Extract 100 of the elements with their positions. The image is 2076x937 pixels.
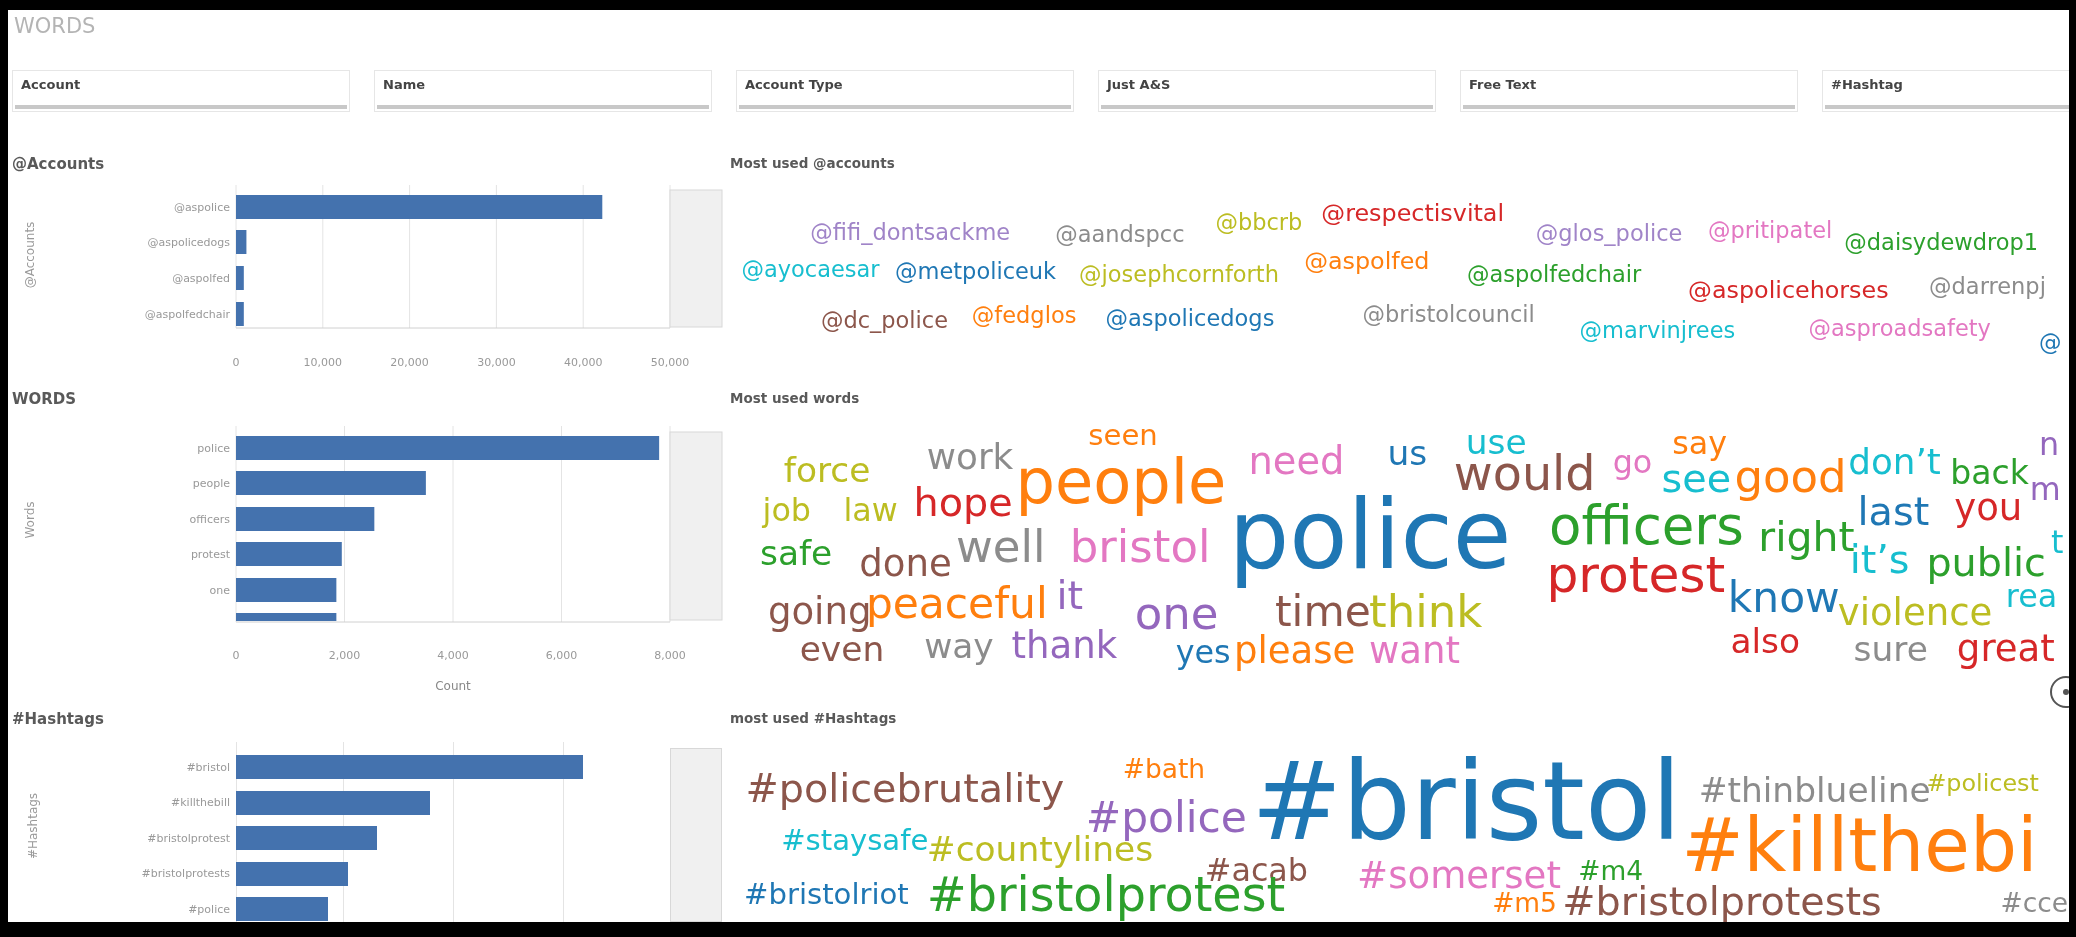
tick-label: 6,000: [545, 649, 578, 662]
category-label: #killthebill: [170, 796, 231, 809]
section-title: @Accounts: [11, 154, 106, 175]
page-title: WORDS: [13, 13, 97, 40]
cloud-word: need: [1248, 441, 1345, 480]
category-label: #bristol: [185, 760, 231, 774]
section-title: Most used @accounts: [730, 154, 896, 173]
tick-label: 40,000: [563, 356, 603, 369]
category-label: people: [192, 477, 230, 490]
tick-label: 0: [232, 356, 240, 369]
tick-label: 10,000: [303, 356, 343, 369]
cloud-word: last: [1857, 492, 1930, 533]
cloud-word: sure: [1853, 631, 1928, 666]
cloud-word: @aspolicehorses: [1688, 279, 1889, 304]
cloud-word: right: [1758, 517, 1855, 559]
filter-box[interactable]: #Hashtag: [1822, 70, 2069, 112]
cloud-word: work: [926, 438, 1014, 475]
cloud-word: great: [1956, 630, 2055, 668]
cloud-word: @fifi_dontsackme: [810, 220, 1011, 243]
cloud-word: @aspolfedchair: [1467, 262, 1642, 286]
scroll-panel[interactable]: [669, 431, 723, 621]
cloud-word: violence: [1837, 594, 1993, 632]
cloud-word: #bristolriot: [744, 880, 909, 910]
tick-label: 2,000: [328, 649, 361, 662]
cloud-word: t: [2050, 526, 2064, 559]
cloud-word: rea: [2005, 581, 2058, 613]
cloud-word: don’t: [1848, 444, 1941, 480]
cloud-word: also: [1730, 623, 1801, 658]
bar: [236, 302, 244, 326]
cloud-word: people: [1015, 450, 1227, 514]
cloud-word: @ayocaesar: [741, 257, 880, 280]
cloud-word: back: [1950, 456, 2029, 490]
category-label: police: [197, 442, 230, 455]
cloud-word: know: [1727, 577, 1840, 620]
cloud-word: @dc_police: [820, 309, 949, 332]
axis-title: Count: [435, 679, 471, 693]
cloud-word: #m4: [1578, 857, 1643, 885]
axis-title: #Hashtags: [26, 792, 40, 860]
cloud-word: thank: [1011, 627, 1118, 665]
scroll-panel[interactable]: [669, 189, 723, 328]
category-label: officers: [189, 513, 230, 526]
category-label: #bristolprotests: [140, 867, 231, 880]
category-label: @aspolfed: [172, 272, 230, 285]
cloud-word: @fedglos: [971, 303, 1077, 327]
category-label: protest: [190, 548, 230, 561]
cloud-word: think: [1369, 589, 1483, 635]
cloud-word: good: [1734, 454, 1847, 500]
cloud-word: you: [1954, 489, 2023, 527]
tick-label: 50,000: [650, 356, 690, 369]
cloud-word: n: [2038, 428, 2060, 461]
cloud-word: @bbcrb: [1215, 211, 1303, 234]
cloud-word: hope: [913, 483, 1013, 523]
bar: [236, 230, 247, 254]
cloud-word: protest: [1546, 549, 1726, 600]
cloud-word: #bath: [1122, 756, 1206, 783]
category-label: #police: [187, 902, 231, 916]
cloud-word: way: [924, 628, 994, 664]
section-title: #Hashtags: [11, 709, 105, 730]
cloud-word: #cce: [2000, 889, 2069, 917]
filter-box[interactable]: Account: [12, 70, 350, 112]
cloud-word: bristol: [1069, 524, 1211, 570]
tick-label: 30,000: [477, 356, 516, 369]
section-title: Most used words: [730, 389, 861, 408]
cloud-word: @: [2038, 330, 2062, 353]
cloud-word: @bristolcouncil: [1362, 302, 1535, 326]
category-label: #bristolprotest: [146, 831, 231, 845]
category-label: one: [209, 584, 230, 597]
category-label: @aspolicedogs: [147, 236, 230, 249]
tick-label: 20,000: [390, 356, 429, 369]
filter-box[interactable]: Account Type: [736, 70, 1074, 112]
cloud-word: @aspolicedogs: [1105, 306, 1275, 329]
cloud-word: want: [1369, 632, 1461, 670]
filter-box[interactable]: Name: [374, 70, 712, 112]
cloud-word: go: [1612, 447, 1653, 480]
section-title: WORDS: [11, 389, 78, 410]
section-title: most used #Hashtags: [730, 709, 898, 728]
cloud-word: #staysafe: [781, 826, 929, 856]
cloud-word: @glos_police: [1535, 221, 1683, 245]
cloud-word: even: [799, 631, 885, 666]
axis-title: Words: [23, 501, 37, 539]
tick-label: 4,000: [437, 649, 469, 662]
cloud-word: @josephcornforth: [1079, 262, 1279, 286]
cloud-word: yes: [1175, 636, 1231, 669]
cloud-word: say: [1672, 427, 1728, 460]
axis-title: @Accounts: [23, 221, 37, 289]
cloud-word: it: [1056, 575, 1084, 616]
filter-box[interactable]: Free Text: [1460, 70, 1798, 112]
cloud-word: @aandspcc: [1055, 223, 1185, 246]
cloud-word: seen: [1088, 421, 1158, 451]
cloud-word: please: [1233, 632, 1356, 670]
cloud-word: m: [2029, 474, 2061, 506]
cloud-word: @respectisvital: [1321, 202, 1505, 227]
tick-label: 8,000: [654, 649, 686, 662]
cloud-word: @metpoliceuk: [895, 260, 1057, 283]
cloud-word: job: [762, 495, 812, 527]
filter-box[interactable]: Just A&S: [1098, 70, 1436, 112]
cloud-word: @darrenpj: [1929, 274, 2046, 298]
cloud-word: @daisydewdrop1: [1844, 231, 2039, 254]
tick-label: 0: [232, 649, 240, 662]
scroll-panel[interactable]: [670, 748, 722, 922]
